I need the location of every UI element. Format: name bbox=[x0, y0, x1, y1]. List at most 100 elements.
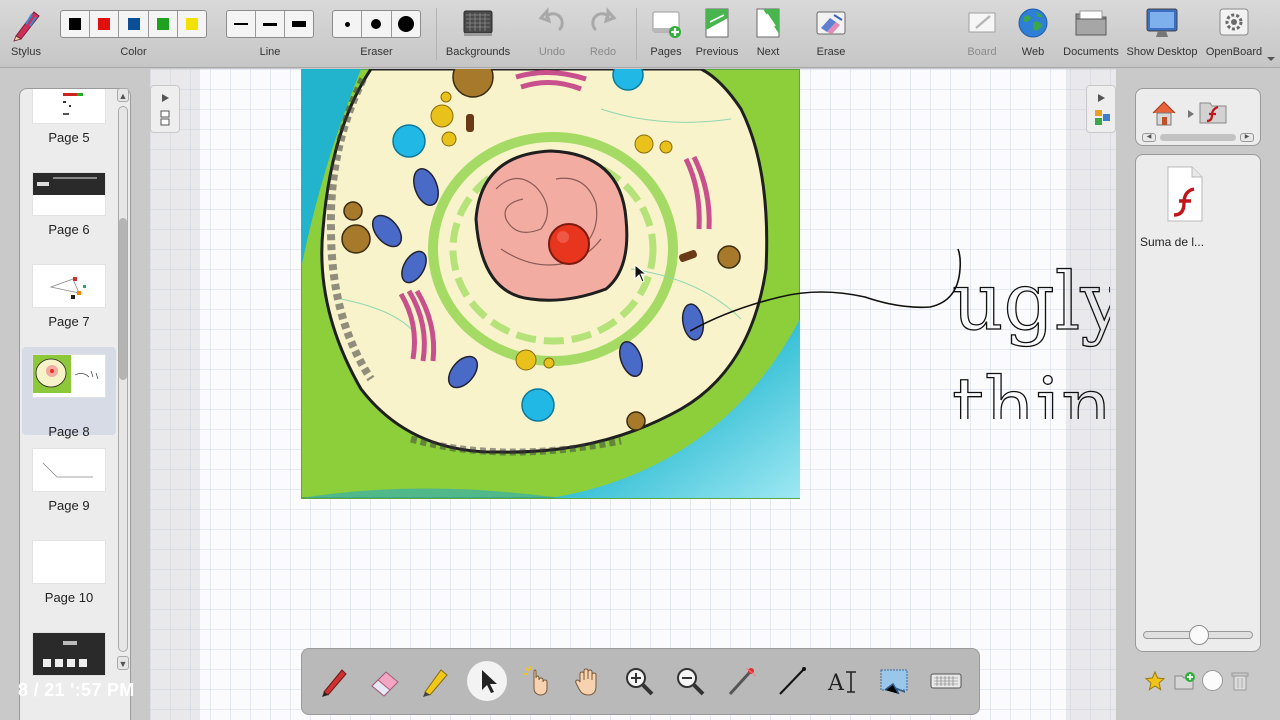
stylus-label: Stylus bbox=[11, 46, 41, 58]
annotation-word-ugly: ugly bbox=[952, 255, 1110, 348]
scrollbar-thumb[interactable] bbox=[119, 218, 127, 380]
board-canvas[interactable]: ugly thing bbox=[150, 69, 1116, 720]
page-thumbnail-7[interactable]: Page 7 bbox=[22, 261, 116, 349]
collapse-arrow-icon bbox=[160, 94, 170, 126]
laser-pointer-icon bbox=[728, 667, 757, 696]
line-tool[interactable] bbox=[772, 661, 812, 701]
text-tool[interactable]: A bbox=[823, 661, 863, 701]
hand-tool[interactable] bbox=[568, 661, 608, 701]
pen-icon bbox=[322, 669, 347, 697]
eraser-tool[interactable] bbox=[365, 661, 405, 701]
page-label: Page 8 bbox=[48, 424, 90, 439]
svg-text:A: A bbox=[827, 671, 845, 696]
zoom-in-tool[interactable] bbox=[619, 661, 659, 701]
zoom-out-tool[interactable] bbox=[670, 661, 710, 701]
selector-tool[interactable] bbox=[467, 661, 507, 701]
desktop-monitor-icon bbox=[1146, 8, 1178, 37]
laser-pointer-tool[interactable] bbox=[721, 661, 761, 701]
eraser-group: Eraser bbox=[332, 0, 421, 68]
page-label: Page 5 bbox=[48, 130, 90, 145]
arrow-pointer-icon bbox=[482, 670, 497, 693]
color-label: Color bbox=[120, 46, 147, 58]
breadcrumb-hscroll[interactable]: ◀ ▶ bbox=[1142, 133, 1254, 142]
documents-folder-icon bbox=[1075, 10, 1107, 36]
screen-capture-icon bbox=[880, 669, 908, 695]
color-group: Color bbox=[60, 0, 207, 68]
redo-icon bbox=[591, 6, 617, 32]
highlighter-tool[interactable] bbox=[416, 661, 456, 701]
globe-icon bbox=[1018, 8, 1048, 38]
chevron-down-icon[interactable] bbox=[1266, 55, 1276, 63]
home-icon[interactable] bbox=[1150, 99, 1178, 127]
previous-page-button[interactable]: Previous bbox=[695, 0, 739, 68]
text-icon: A bbox=[827, 671, 856, 696]
board-mode-button[interactable]: Board bbox=[960, 0, 1004, 68]
main-toolbar: Stylus Color Line Eraser Backgrounds Und… bbox=[0, 0, 1280, 68]
hand-pointer-icon bbox=[524, 666, 548, 696]
redo-button[interactable]: Redo bbox=[581, 0, 625, 68]
scroll-up-arrow-icon[interactable]: ▲ bbox=[117, 88, 129, 102]
annotation-word-thing: thing bbox=[952, 360, 1110, 419]
virtual-keyboard-tool[interactable] bbox=[926, 661, 966, 701]
favorite-star-icon[interactable] bbox=[1144, 670, 1166, 692]
page-thumbnail-8[interactable]: Page 8 bbox=[22, 347, 116, 439]
library-option-circle[interactable] bbox=[1202, 670, 1223, 691]
web-mode-button[interactable]: Web bbox=[1011, 0, 1055, 68]
undo-label: Undo bbox=[538, 46, 566, 58]
hand-icon bbox=[575, 668, 597, 696]
flash-folder-icon[interactable] bbox=[1198, 97, 1228, 127]
zoom-in-icon bbox=[626, 668, 654, 696]
erase-button[interactable]: Erase bbox=[808, 0, 854, 68]
trash-icon[interactable] bbox=[1230, 670, 1250, 692]
page-preview bbox=[32, 354, 106, 398]
erase-board-icon bbox=[816, 11, 846, 35]
pages-label: Pages bbox=[650, 46, 682, 58]
page-label: Page 7 bbox=[48, 314, 90, 329]
eraser-label: Eraser bbox=[360, 46, 393, 58]
page-thumbnail-11[interactable] bbox=[22, 629, 116, 717]
page-counter-clock: 8 / 21 ':57 PM bbox=[18, 680, 135, 700]
library-arrow-icon bbox=[1095, 94, 1110, 125]
stylus-button[interactable]: Stylus bbox=[0, 0, 52, 68]
pages-panel-toggle[interactable] bbox=[150, 85, 180, 133]
show-desktop-label: Show Desktop bbox=[1126, 46, 1198, 58]
page-thumbnail-5[interactable]: Page 5 bbox=[22, 89, 116, 165]
library-items-box: Suma de l... bbox=[1135, 154, 1261, 652]
library-item-label: Suma de l... bbox=[1140, 235, 1205, 249]
library-item[interactable]: Suma de l... bbox=[1140, 163, 1224, 249]
library-panel-toggle[interactable] bbox=[1086, 85, 1116, 133]
documents-label: Documents bbox=[1063, 46, 1119, 58]
openboard-menu-button[interactable]: OpenBoard bbox=[1204, 0, 1264, 68]
thumbnail-size-slider[interactable] bbox=[1143, 625, 1253, 645]
page-thumbnail-10[interactable]: Page 10 bbox=[22, 537, 116, 625]
pen-tool[interactable] bbox=[315, 661, 355, 701]
openboard-label: OpenBoard bbox=[1205, 46, 1263, 58]
page-preview bbox=[32, 540, 106, 584]
scroll-right-arrow-icon[interactable]: ▶ bbox=[1240, 133, 1254, 142]
toolbar-divider bbox=[636, 8, 637, 60]
backgrounds-label: Backgrounds bbox=[445, 46, 511, 58]
scroll-down-arrow-icon[interactable]: ▼ bbox=[117, 656, 129, 670]
capture-tool[interactable] bbox=[874, 661, 914, 701]
undo-button[interactable]: Undo bbox=[530, 0, 574, 68]
page-label: Page 10 bbox=[44, 590, 94, 605]
backgrounds-icon bbox=[463, 10, 493, 36]
page-thumbnail-9[interactable]: Page 9 bbox=[22, 445, 116, 533]
pages-button[interactable]: Pages bbox=[644, 0, 688, 68]
scroll-left-arrow-icon[interactable]: ◀ bbox=[1142, 133, 1156, 142]
page-label: Page 6 bbox=[48, 222, 90, 237]
show-desktop-button[interactable]: Show Desktop bbox=[1126, 0, 1198, 68]
documents-mode-button[interactable]: Documents bbox=[1062, 0, 1120, 68]
zoom-out-icon bbox=[677, 668, 705, 696]
backgrounds-button[interactable]: Backgrounds bbox=[440, 0, 516, 68]
slider-knob[interactable] bbox=[1189, 625, 1209, 645]
interact-tool[interactable] bbox=[517, 661, 557, 701]
page-thumbnail-6[interactable]: Page 6 bbox=[22, 169, 116, 257]
scrollbar-thumb[interactable] bbox=[1160, 134, 1236, 141]
gear-icon bbox=[1219, 8, 1249, 36]
page-preview bbox=[32, 172, 106, 216]
thumbnails-scrollbar[interactable]: ▲ ▼ bbox=[117, 88, 129, 670]
next-page-button[interactable]: Next bbox=[746, 0, 790, 68]
handwritten-annotation[interactable]: ugly thing bbox=[690, 209, 1110, 419]
new-folder-icon[interactable] bbox=[1173, 670, 1197, 692]
